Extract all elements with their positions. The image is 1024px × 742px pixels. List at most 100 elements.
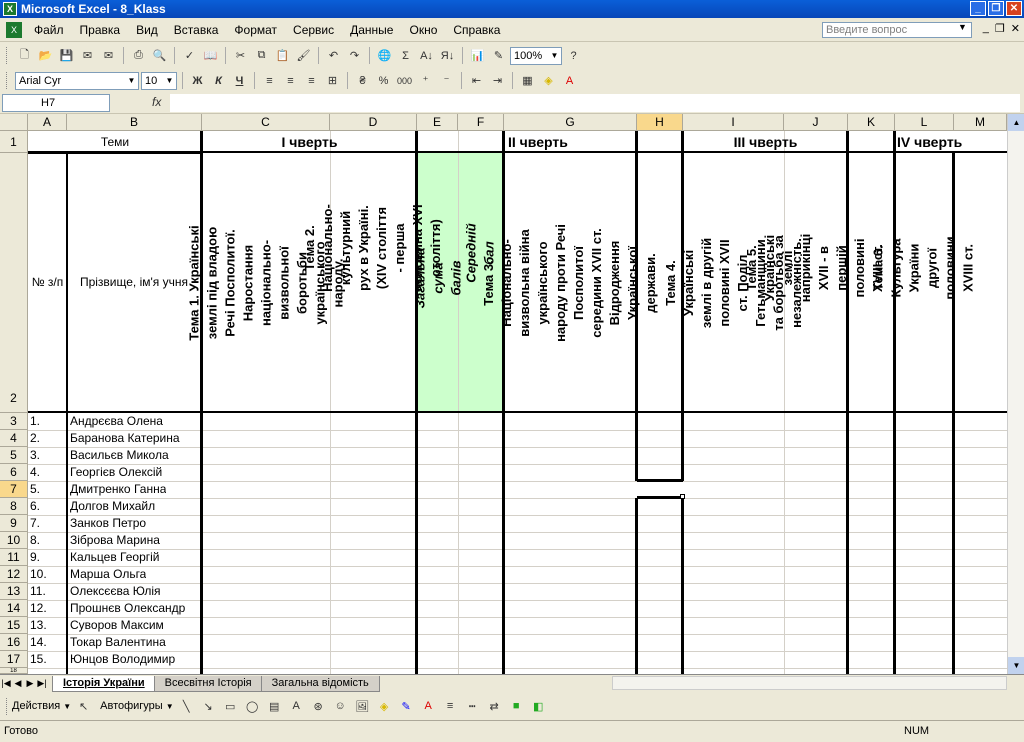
font-color-icon[interactable]: A (560, 71, 579, 90)
row-header[interactable]: 11 (0, 549, 28, 566)
increase-decimal-icon[interactable]: ⁺ (416, 71, 435, 90)
menu-edit[interactable]: Правка (72, 20, 129, 40)
toolbar-grip[interactable] (6, 72, 9, 89)
col-header-c[interactable]: C (202, 114, 330, 131)
bold-button[interactable]: Ж (188, 71, 207, 90)
sheet-tab-summary[interactable]: Загальна відомість (260, 675, 380, 692)
clipart-icon[interactable]: ☺ (331, 697, 350, 716)
fill-handle[interactable] (680, 494, 685, 499)
italic-button[interactable]: К (209, 71, 228, 90)
percent-button[interactable]: % (374, 71, 393, 90)
autosum-icon[interactable]: Σ (396, 46, 415, 65)
ask-dropdown-icon[interactable]: ▼ (958, 22, 967, 32)
font-color-icon[interactable]: A (419, 697, 438, 716)
sheet-tab-history-ukraine[interactable]: Історія України (52, 675, 156, 692)
underline-button[interactable]: Ч (230, 71, 249, 90)
diagram-icon[interactable]: ⊛ (309, 697, 328, 716)
textbox-icon[interactable]: ▤ (265, 697, 284, 716)
menu-data[interactable]: Данные (342, 20, 401, 40)
redo-icon[interactable]: ↷ (345, 46, 364, 65)
permission-icon[interactable]: ✉ (78, 46, 97, 65)
toolbar-grip[interactable] (6, 697, 9, 715)
help-icon[interactable]: ? (564, 46, 583, 65)
row-header[interactable]: 9 (0, 515, 28, 532)
chart-wizard-icon[interactable]: 📊 (468, 46, 487, 65)
save-icon[interactable]: 💾 (57, 46, 76, 65)
undo-icon[interactable]: ↶ (324, 46, 343, 65)
col-header-i[interactable]: I (683, 114, 784, 131)
row-header[interactable]: 2 (0, 153, 28, 413)
wordart-icon[interactable]: A (287, 697, 306, 716)
col-header-a[interactable]: A (28, 114, 67, 131)
restore-button[interactable]: ❐ (988, 1, 1004, 16)
workbook-icon[interactable]: X (6, 21, 22, 38)
fx-icon[interactable]: fx (152, 95, 161, 109)
thousands-button[interactable]: 000 (395, 71, 414, 90)
sort-asc-icon[interactable]: A↓ (417, 46, 436, 65)
cut-icon[interactable]: ✂ (231, 46, 250, 65)
formula-input[interactable] (170, 94, 1020, 112)
arrow-icon[interactable]: ↘ (199, 697, 218, 716)
font-select[interactable]: Arial Cyr ▼ (15, 71, 139, 90)
zoom-select[interactable]: 100% ▼ (510, 46, 562, 65)
toolbar-grip[interactable] (6, 47, 9, 64)
menu-help[interactable]: Справка (445, 20, 508, 40)
borders-icon[interactable]: ▦ (518, 71, 537, 90)
autoshapes-menu[interactable]: Автофигуры (100, 700, 163, 712)
print-icon[interactable]: ⎙ (129, 46, 148, 65)
col-header-f[interactable]: F (458, 114, 504, 131)
row-header[interactable]: 13 (0, 583, 28, 600)
sheet-tab-world-history[interactable]: Всесвітня Історія (153, 675, 263, 692)
minimize-button[interactable]: _ (970, 1, 986, 16)
merge-center-icon[interactable]: ⊞ (323, 71, 342, 90)
scroll-up-icon[interactable]: ▲ (1008, 114, 1024, 131)
menu-view[interactable]: Вид (128, 20, 166, 40)
menu-tools[interactable]: Сервис (285, 20, 342, 40)
shadow-icon[interactable]: ■ (507, 697, 526, 716)
col-header-e[interactable]: E (417, 114, 458, 131)
email-icon[interactable]: ✉ (99, 46, 118, 65)
oval-icon[interactable]: ◯ (243, 697, 262, 716)
col-header-l[interactable]: L (895, 114, 954, 131)
doc-restore-icon[interactable]: ❐ (995, 22, 1005, 35)
line-icon[interactable]: ╲ (177, 697, 196, 716)
line-color-icon[interactable]: ✎ (397, 697, 416, 716)
picture-icon[interactable]: 🖼 (353, 697, 372, 716)
print-preview-icon[interactable]: 🔍 (150, 46, 169, 65)
3d-icon[interactable]: ◧ (529, 697, 548, 716)
close-button[interactable]: ✕ (1006, 1, 1022, 16)
col-header-h[interactable]: H (637, 114, 683, 131)
horizontal-scrollbar[interactable] (612, 676, 1007, 690)
open-icon[interactable]: 📂 (36, 46, 55, 65)
selected-cell-h7[interactable] (637, 479, 683, 482)
doc-minimize-icon[interactable]: _ (983, 22, 989, 35)
menu-insert[interactable]: Вставка (166, 20, 227, 40)
row-header[interactable]: 6 (0, 464, 28, 481)
align-left-icon[interactable]: ≡ (260, 71, 279, 90)
fill-color-icon[interactable]: ◈ (539, 71, 558, 90)
last-sheet-icon[interactable]: ▶| (36, 678, 48, 689)
increase-indent-icon[interactable]: ⇥ (488, 71, 507, 90)
row-header[interactable]: 4 (0, 430, 28, 447)
row-header[interactable]: 5 (0, 447, 28, 464)
row-header[interactable]: 16 (0, 634, 28, 651)
row-header[interactable]: 10 (0, 532, 28, 549)
row-header[interactable]: 14 (0, 600, 28, 617)
align-right-icon[interactable]: ≡ (302, 71, 321, 90)
fill-color-icon[interactable]: ◈ (375, 697, 394, 716)
row-header[interactable]: 7 (0, 481, 28, 498)
col-header-k[interactable]: K (848, 114, 895, 131)
menu-format[interactable]: Формат (226, 20, 285, 40)
col-header-d[interactable]: D (330, 114, 417, 131)
scroll-down-icon[interactable]: ▼ (1008, 657, 1024, 674)
line-style-icon[interactable]: ≡ (441, 697, 460, 716)
sort-desc-icon[interactable]: Я↓ (438, 46, 457, 65)
col-header-j[interactable]: J (784, 114, 848, 131)
actions-menu[interactable]: Действия (12, 700, 60, 712)
new-icon[interactable]: 🗋 (15, 46, 34, 65)
prev-sheet-icon[interactable]: ◀ (12, 678, 24, 689)
row-header[interactable]: 12 (0, 566, 28, 583)
row-header[interactable]: 8 (0, 498, 28, 515)
spelling-icon[interactable]: ✓ (180, 46, 199, 65)
paste-icon[interactable]: 📋 (273, 46, 292, 65)
